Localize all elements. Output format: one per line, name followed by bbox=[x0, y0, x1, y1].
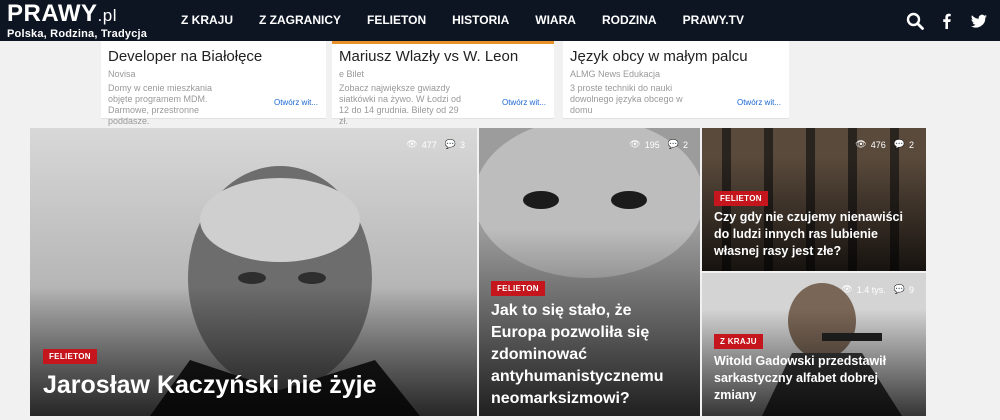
views-count: 👁 477 bbox=[406, 139, 437, 150]
category-badge[interactable]: FELIETON bbox=[714, 191, 768, 206]
sponsored-card[interactable]: Mariusz Wlazły vs W. Leon e Bilet Zobacz… bbox=[332, 41, 554, 126]
nav-item-wiara[interactable]: WIARA bbox=[522, 0, 589, 41]
article-stats: 👁 195 💬 2 bbox=[629, 139, 688, 150]
comments-count: 💬 3 bbox=[444, 139, 465, 150]
main-menu: Z KRAJU Z ZAGRANICY FELIETON HISTORIA WI… bbox=[168, 0, 757, 41]
open-link[interactable]: Otwórz wit... bbox=[502, 98, 546, 107]
card-description: 3 proste techniki do nauki dowolnego jęz… bbox=[570, 83, 683, 115]
article-stats: 👁 1.4 tys. 💬 9 bbox=[841, 284, 914, 295]
comment-icon: 💬 bbox=[893, 284, 905, 294]
nav-item-rodzina[interactable]: RODZINA bbox=[589, 0, 670, 41]
open-link[interactable]: Otwórz wit... bbox=[737, 98, 781, 107]
article-headline[interactable]: Jarosław Kaczyński nie żyje bbox=[43, 370, 463, 400]
comment-icon: 💬 bbox=[667, 139, 679, 149]
comments-count: 💬 2 bbox=[893, 139, 914, 150]
category-badge[interactable]: Z KRAJU bbox=[714, 334, 763, 349]
card-title: Mariusz Wlazły vs W. Leon bbox=[339, 48, 519, 65]
comments-count: 💬 2 bbox=[667, 139, 688, 150]
category-badge[interactable]: FELIETON bbox=[491, 281, 545, 296]
nav-item-prawy-tv[interactable]: PRAWY.TV bbox=[670, 0, 757, 41]
article-headline[interactable]: Jak to się stało, że Europa pozwoliła si… bbox=[491, 300, 691, 410]
comments-count: 💬 9 bbox=[893, 284, 914, 295]
eye-icon: 👁 bbox=[855, 139, 867, 149]
views-count: 👁 195 bbox=[629, 139, 660, 150]
sponsored-links: Developer na Białołęce Novisa Domy w cen… bbox=[101, 41, 789, 126]
article-tile[interactable]: 👁 476 💬 2 FELIETON Czy gdy nie czujemy nie… bbox=[702, 128, 926, 271]
card-source: ALMG News Edukacja bbox=[570, 69, 661, 79]
header-icons bbox=[906, 0, 988, 41]
comment-icon: 💬 bbox=[444, 139, 456, 149]
logo-tagline: Polska, Rodzina, Tradycja bbox=[7, 28, 148, 40]
views-count: 👁 476 bbox=[855, 139, 886, 150]
search-icon[interactable] bbox=[906, 12, 924, 30]
article-headline[interactable]: Czy gdy nie czujemy nienawiści do ludzi … bbox=[714, 209, 919, 260]
card-accent-bar bbox=[101, 41, 326, 44]
sponsored-card[interactable]: Język obcy w małym palcu ALMG News Eduka… bbox=[563, 41, 789, 119]
logo-wordmark: PRAWY.pl bbox=[7, 0, 117, 27]
article-tile[interactable]: 👁 1.4 tys. 💬 9 Z KRAJU Witold Gadowski prz… bbox=[702, 273, 926, 416]
card-source: Novisa bbox=[108, 69, 136, 79]
facebook-icon[interactable] bbox=[938, 12, 956, 30]
eye-icon: 👁 bbox=[841, 284, 853, 294]
twitter-icon[interactable] bbox=[970, 12, 988, 30]
article-stats: 👁 477 💬 3 bbox=[406, 139, 465, 150]
nav-item-historia[interactable]: HISTORIA bbox=[439, 0, 522, 41]
top-navigation-bar: PRAWY.pl Polska, Rodzina, Tradycja Z KRA… bbox=[0, 0, 1000, 41]
article-tile[interactable]: 👁 195 💬 2 FELIETON Jak to się stało, że Eu… bbox=[479, 128, 700, 416]
category-badge[interactable]: FELIETON bbox=[43, 349, 97, 364]
eye-icon: 👁 bbox=[629, 139, 641, 149]
site-logo[interactable]: PRAWY.pl Polska, Rodzina, Tradycja bbox=[7, 0, 148, 41]
card-description: Zobacz największe gwiazdy siatkówki na ż… bbox=[339, 83, 462, 126]
card-title: Język obcy w małym palcu bbox=[570, 48, 748, 65]
article-headline[interactable]: Witold Gadowski przedstawił sarkastyczny… bbox=[714, 353, 919, 404]
views-count: 👁 1.4 tys. bbox=[841, 284, 886, 295]
card-accent-bar bbox=[563, 41, 789, 44]
open-link[interactable]: Otwórz wit... bbox=[274, 98, 318, 107]
card-description: Domy w cenie mieszkania objęte programem… bbox=[108, 83, 213, 126]
sponsored-card[interactable]: Developer na Białołęce Novisa Domy w cen… bbox=[101, 41, 326, 126]
nav-item-z-zagranicy[interactable]: Z ZAGRANICY bbox=[246, 0, 354, 41]
article-tile-featured[interactable]: 👁 477 💬 3 FELIETON Jarosław Kaczyński nie … bbox=[30, 128, 477, 416]
card-accent-bar bbox=[332, 41, 554, 44]
card-title: Developer na Białołęce bbox=[108, 48, 263, 65]
nav-item-z-kraju[interactable]: Z KRAJU bbox=[168, 0, 246, 41]
eye-icon: 👁 bbox=[406, 139, 418, 149]
nav-item-felieton[interactable]: FELIETON bbox=[354, 0, 439, 41]
comment-icon: 💬 bbox=[893, 139, 905, 149]
card-source: e Bilet bbox=[339, 69, 365, 79]
article-stats: 👁 476 💬 2 bbox=[855, 139, 914, 150]
